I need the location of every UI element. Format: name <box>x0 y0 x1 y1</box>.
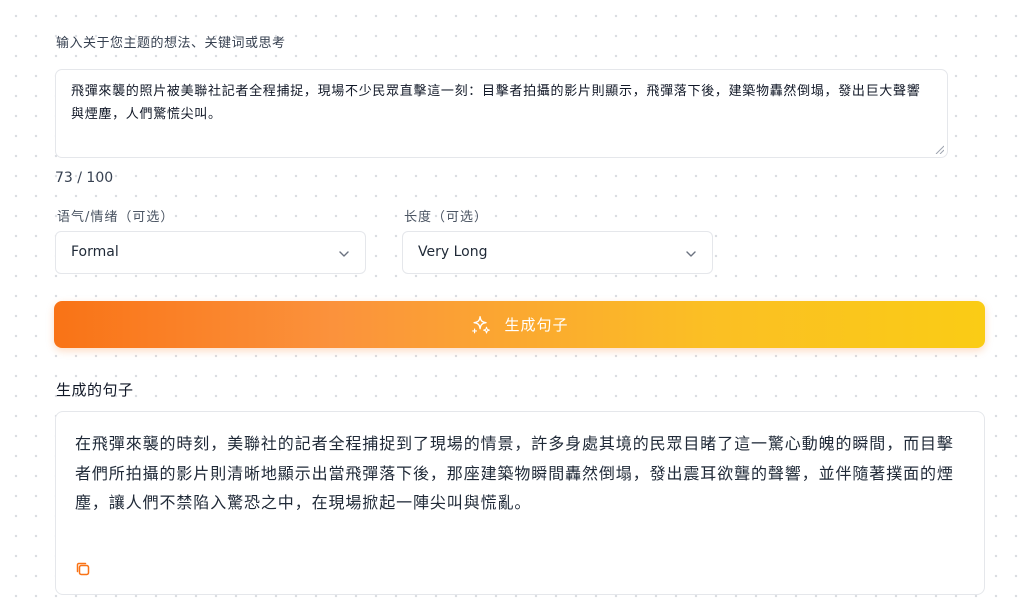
character-counter: 73 / 100 <box>55 170 114 186</box>
prompt-text[interactable]: 飛彈來襲的照片被美聯社記者全程捕捉，現場不少民眾直擊這一刻：目擊者拍攝的影片則顯… <box>71 80 923 126</box>
length-label: 长度（可选） <box>404 210 489 225</box>
length-select-value: Very Long <box>418 244 488 260</box>
tone-label: 语气/情绪（可选） <box>57 210 175 225</box>
tone-select-value: Formal <box>71 244 119 260</box>
prompt-label: 输入关于您主题的想法、关键词或思考 <box>56 36 286 51</box>
generate-sentence-button[interactable]: 生成句子 <box>54 301 985 348</box>
result-card: 在飛彈來襲的時刻，美聯社的記者全程捕捉到了現場的情景，許多身處其境的民眾目睹了這… <box>55 411 985 595</box>
result-heading: 生成的句子 <box>56 381 134 399</box>
copy-icon[interactable] <box>74 560 92 578</box>
length-select[interactable]: Very Long <box>402 231 713 274</box>
generated-sentence: 在飛彈來襲的時刻，美聯社的記者全程捕捉到了現場的情景，許多身處其境的民眾目睹了這… <box>75 434 954 512</box>
tone-select[interactable]: Formal <box>55 231 366 274</box>
chevron-down-icon <box>339 251 349 257</box>
resize-handle-icon[interactable] <box>935 145 944 154</box>
generate-button-label: 生成句子 <box>504 316 569 334</box>
chevron-down-icon <box>686 251 696 257</box>
prompt-textarea[interactable]: 飛彈來襲的照片被美聯社記者全程捕捉，現場不少民眾直擊這一刻：目擊者拍攝的影片則顯… <box>55 69 948 158</box>
sparkles-icon <box>472 315 491 334</box>
